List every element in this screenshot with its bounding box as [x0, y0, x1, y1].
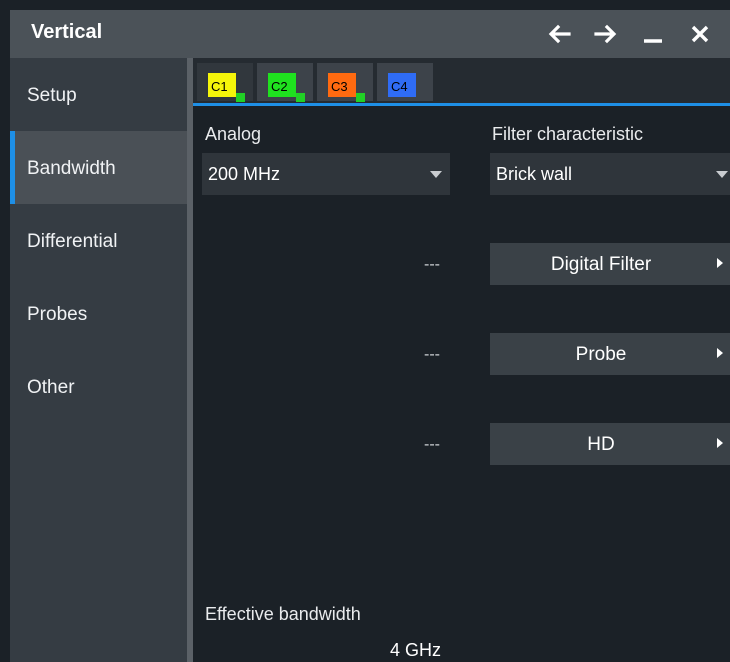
forward-arrow-icon [594, 24, 617, 44]
tab-c4[interactable]: C4 [377, 63, 433, 101]
sidebar-item-other[interactable]: Other [10, 350, 187, 423]
channel-chip-c2: C2 [268, 73, 296, 97]
sidebar-item-label: Setup [27, 85, 77, 106]
sidebar-item-label: Probes [27, 304, 88, 325]
tab-underline [193, 103, 730, 106]
sidebar-item-label: Bandwidth [27, 158, 116, 179]
filter-characteristic-value: Brick wall [496, 164, 573, 184]
sidebar-item-probes[interactable]: Probes [10, 277, 187, 350]
minimize-button[interactable] [637, 18, 669, 50]
chevron-right-icon [717, 258, 723, 268]
channel-on-indicator [296, 93, 305, 102]
digital-filter-value: --- [424, 256, 440, 273]
sidebar-item-label: Differential [27, 231, 118, 252]
hd-button[interactable]: HD [490, 423, 730, 465]
hd-value: --- [424, 436, 440, 453]
back-button[interactable] [543, 18, 575, 50]
close-icon [691, 25, 709, 43]
active-indicator [10, 131, 15, 204]
minimize-icon [644, 39, 662, 43]
filter-characteristic-label: Filter characteristic [492, 124, 644, 144]
probe-button-label: Probe [575, 344, 627, 365]
analog-bandwidth-select[interactable]: 200 MHz [202, 153, 450, 195]
window-title: Vertical [31, 21, 103, 43]
chevron-right-icon [717, 438, 723, 448]
chevron-right-icon [717, 348, 723, 358]
channel-on-indicator [236, 93, 245, 102]
analog-bandwidth-value: 200 MHz [208, 164, 281, 184]
digital-filter-button-label: Digital Filter [550, 254, 652, 275]
effective-bandwidth-label: Effective bandwidth [205, 604, 361, 624]
chevron-down-icon [716, 171, 728, 178]
back-arrow-icon [548, 24, 571, 44]
digital-filter-button[interactable]: Digital Filter [490, 243, 730, 285]
channel-chip-c4: C4 [388, 73, 416, 97]
channel-tabs: C1 C2 C3 C4 [193, 58, 730, 104]
panel-divider [187, 58, 193, 662]
effective-bandwidth-value: 4 GHz [390, 640, 442, 660]
sidebar-item-bandwidth[interactable]: Bandwidth [10, 131, 187, 204]
sidebar: Setup Bandwidth Differential Probes Othe… [10, 58, 187, 662]
filter-characteristic-select[interactable]: Brick wall [490, 153, 730, 195]
probe-button[interactable]: Probe [490, 333, 730, 375]
sidebar-item-differential[interactable]: Differential [10, 204, 187, 277]
tab-c3[interactable]: C3 [317, 63, 373, 102]
channel-chip-c3: C3 [328, 73, 356, 97]
analog-label: Analog [205, 124, 262, 144]
chevron-down-icon [430, 171, 442, 178]
probe-value: --- [424, 346, 440, 363]
hd-button-label: HD [587, 434, 615, 455]
sidebar-item-setup[interactable]: Setup [10, 58, 187, 131]
tab-c1[interactable]: C1 [197, 63, 253, 102]
tab-c2[interactable]: C2 [257, 63, 313, 102]
channel-chip-c1: C1 [208, 73, 236, 97]
forward-button[interactable] [590, 18, 622, 50]
sidebar-item-label: Other [27, 377, 75, 398]
channel-on-indicator [356, 93, 365, 102]
close-button[interactable] [684, 18, 716, 50]
title-bar: Vertical [10, 10, 730, 58]
